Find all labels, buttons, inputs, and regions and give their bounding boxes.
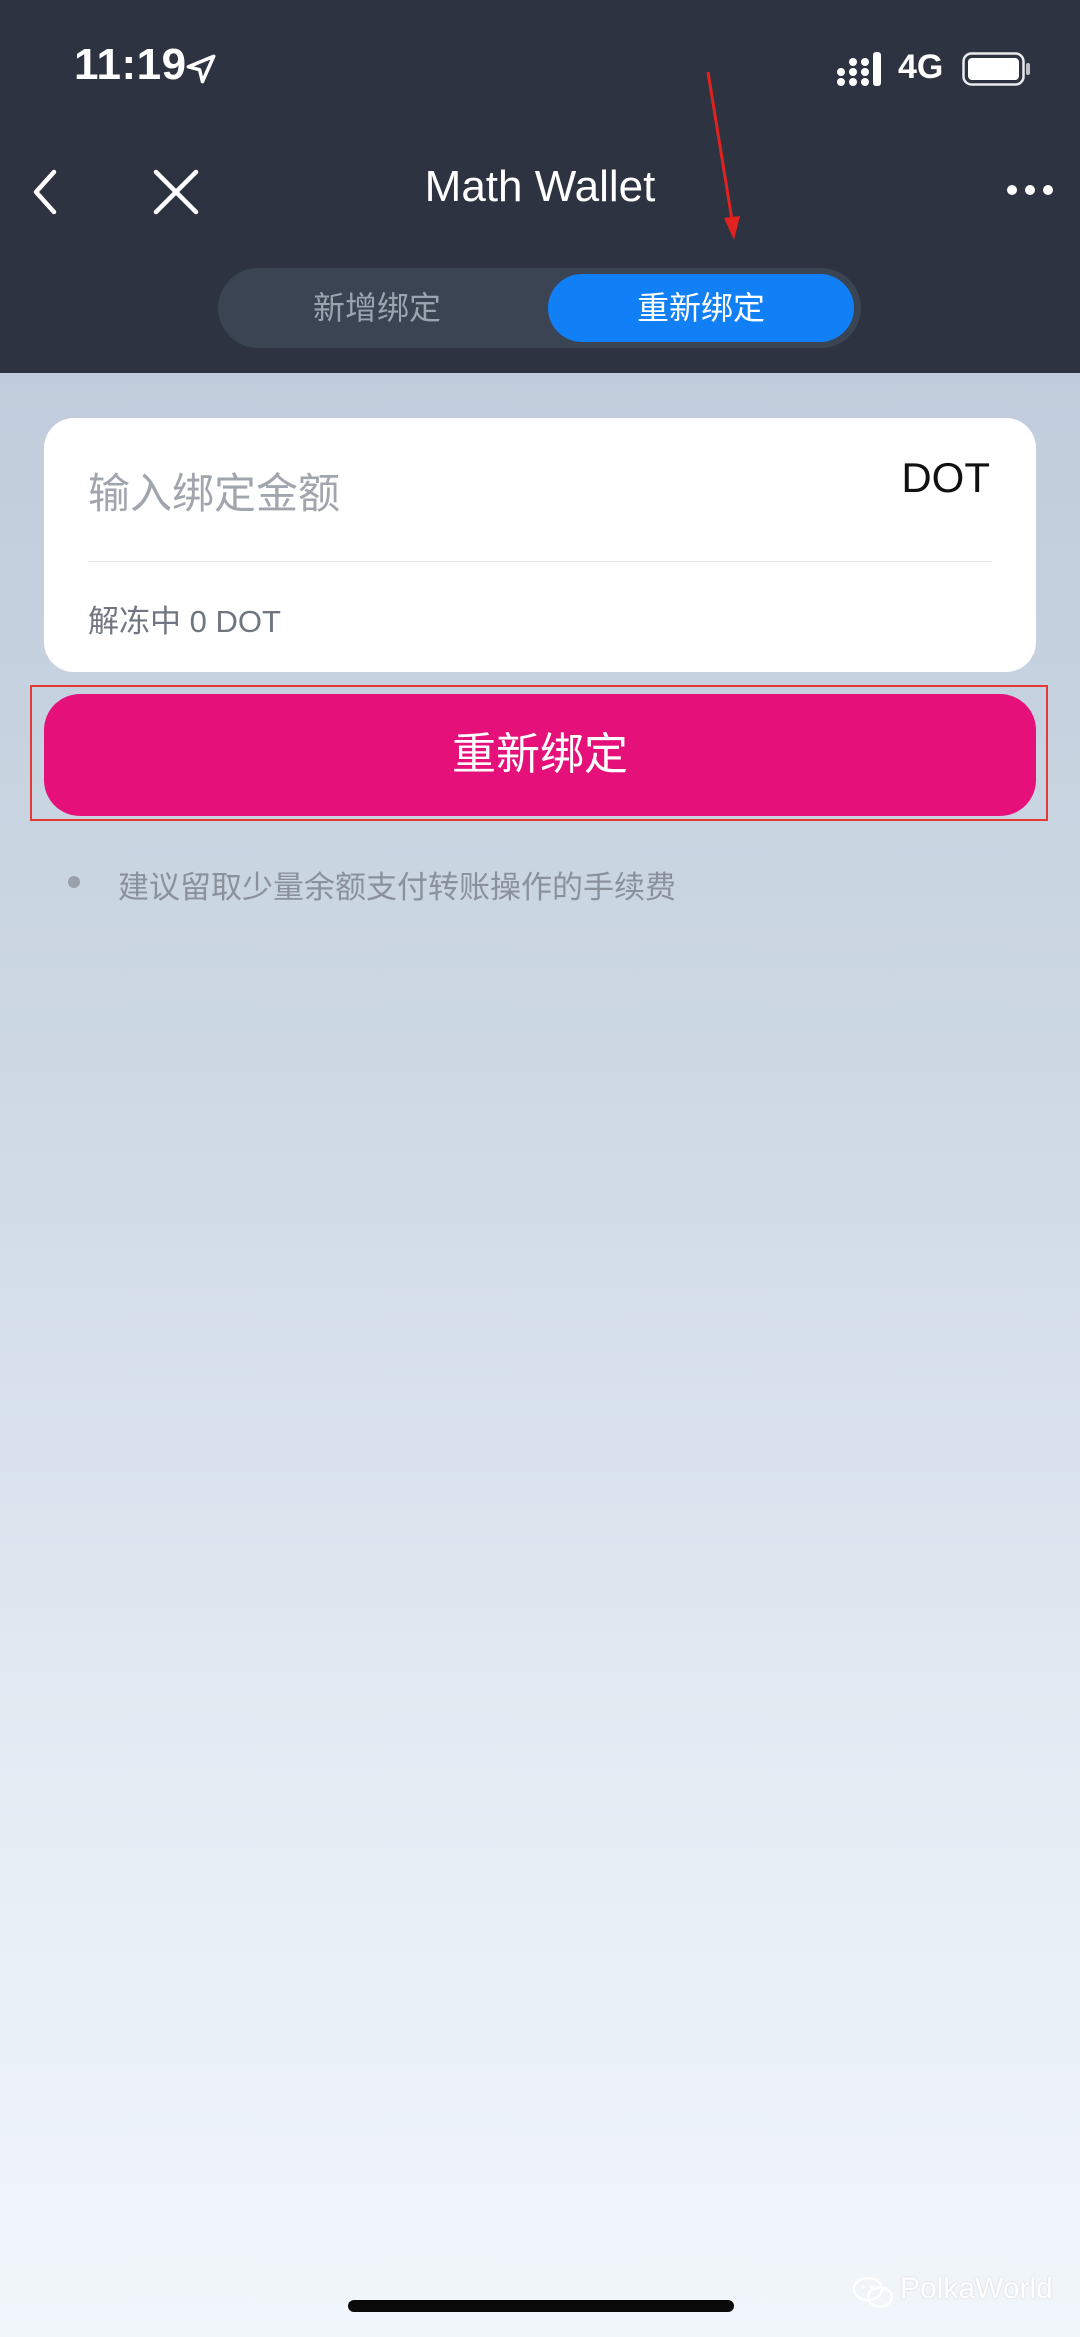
bond-amount-card: DOT 解冻中 0 DOT [44, 418, 1036, 672]
unbonding-amount: 解冻中 0 DOT [88, 604, 281, 639]
back-chevron-icon[interactable] [26, 166, 66, 218]
tab-new-bond[interactable]: 新增绑定 [222, 274, 532, 342]
app-header: 11:19 4G Math Wallet 新增绑定 重新绑定 [0, 0, 1080, 373]
more-icon[interactable] [1006, 180, 1054, 200]
wechat-icon [852, 2276, 894, 2308]
home-indicator[interactable] [348, 2300, 734, 2312]
segmented-tabs: 新增绑定 重新绑定 [218, 268, 861, 348]
amount-unit: DOT [901, 454, 990, 501]
location-arrow-icon [186, 54, 216, 84]
watermark-text: PolkaWorld [900, 2272, 1053, 2305]
close-icon[interactable] [150, 166, 202, 218]
bond-amount-input[interactable] [88, 462, 868, 526]
signal-bars-icon [837, 52, 881, 86]
page-title: Math Wallet [424, 162, 656, 211]
divider [88, 561, 992, 562]
rebond-button[interactable]: 重新绑定 [44, 694, 1036, 816]
bullet-dot [68, 876, 80, 888]
annotation-arrow [706, 71, 740, 240]
tab-rebond[interactable]: 重新绑定 [548, 274, 854, 342]
battery-icon [962, 52, 1030, 86]
fee-tip: 建议留取少量余额支付转账操作的手续费 [118, 870, 676, 905]
network-type: 4G [898, 48, 944, 86]
status-time: 11:19 [74, 40, 187, 89]
